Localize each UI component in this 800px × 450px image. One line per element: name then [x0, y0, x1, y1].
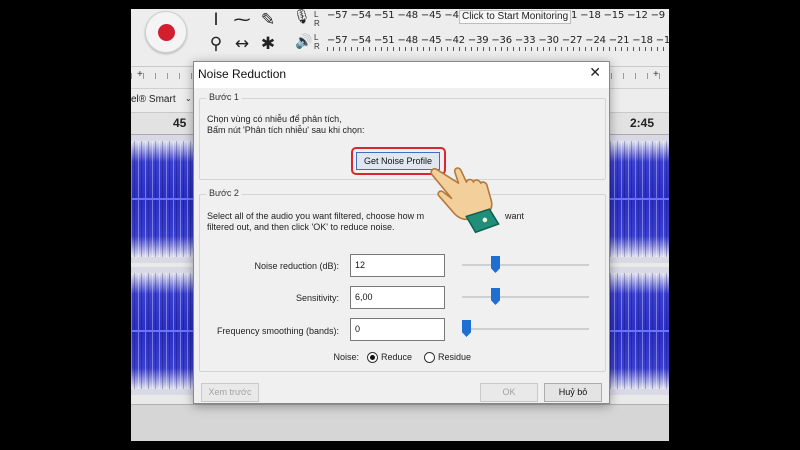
timeline-label-left: 45 — [173, 116, 187, 130]
timeshift-tool-icon[interactable]: ↔ — [231, 33, 253, 55]
record-meter-ticks-right: 1 −18 −15 −12 −9 — [571, 10, 665, 21]
noise-reduction-slider[interactable] — [462, 264, 589, 266]
noise-reduction-label: Noise reduction (dB): — [254, 261, 339, 271]
preview-button[interactable]: Xem trước — [201, 383, 259, 402]
reduce-radio-label: Reduce — [381, 352, 413, 362]
microphone-icon[interactable]: 🎙 — [293, 9, 311, 25]
step1-line2: Bấm nút 'Phân tích nhiễu' sau khi chọn: — [207, 125, 365, 135]
audacity-window: Ι ⁓ ✎ ⚲ ↔ ✱ 🎙 LR 🔊 LR −57 −54 −51 −48 −4… — [131, 9, 669, 441]
ruler-plus-left: + — [137, 69, 143, 80]
frequency-smoothing-slider[interactable] — [462, 328, 589, 330]
sensitivity-slider[interactable] — [462, 296, 589, 298]
residue-radio-label: Residue — [438, 352, 472, 362]
draw-tool-icon[interactable]: ✎ — [257, 9, 279, 31]
timeline-label-right: 2:45 — [630, 116, 655, 130]
step1-heading: Bước 1 — [206, 92, 242, 102]
step2-line2: filtered out, and then click 'OK' to red… — [207, 222, 395, 232]
toolbar: Ι ⁓ ✎ ⚲ ↔ ✱ 🎙 LR 🔊 LR −57 −54 −51 −48 −4… — [131, 9, 669, 67]
cancel-button[interactable]: Huỷ bỏ — [544, 383, 602, 402]
ok-button[interactable]: OK — [480, 383, 538, 402]
playback-meter[interactable]: −57 −54 −51 −48 −45 −42 −39 −36 −33 −30 … — [327, 35, 669, 51]
horizontal-scrollbar[interactable] — [131, 404, 669, 441]
sensitivity-input[interactable]: 6,00 — [350, 286, 445, 309]
dialog-title: Noise Reduction — [198, 67, 287, 81]
frequency-smoothing-label: Frequency smoothing (bands): — [216, 326, 339, 336]
record-button[interactable] — [145, 11, 187, 53]
frequency-smoothing-input[interactable]: 0 — [350, 318, 445, 341]
step2-heading: Bước 2 — [206, 188, 242, 198]
noise-reduction-dialog: Noise Reduction ✕ Bước 1 Chọn vùng có nh… — [193, 61, 610, 404]
record-icon — [158, 24, 175, 41]
zoom-tool-icon[interactable]: ⚲ — [205, 33, 227, 55]
sensitivity-label: Sensitivity: — [295, 293, 339, 303]
start-monitoring-button[interactable]: Click to Start Monitoring — [459, 10, 572, 24]
dialog-titlebar[interactable]: Noise Reduction ✕ — [194, 62, 609, 88]
chevron-down-icon[interactable]: ⌄ — [185, 94, 192, 103]
noise-reduction-input[interactable]: 12 — [350, 254, 445, 277]
selection-tool-icon[interactable]: Ι — [205, 9, 227, 31]
step1-line1: Chọn vùng có nhiễu để phân tích, — [207, 114, 342, 124]
multi-tool-icon[interactable]: ✱ — [257, 33, 279, 55]
ruler-plus-right: + — [653, 69, 659, 80]
step2-line1: Select all of the audio you want filtere… — [207, 211, 425, 221]
meter-scale — [327, 47, 669, 51]
residue-radio[interactable] — [424, 352, 435, 363]
playback-meter-ticks: −57 −54 −51 −48 −45 −42 −39 −36 −33 −30 … — [327, 35, 669, 46]
close-icon[interactable]: ✕ — [589, 65, 601, 81]
record-meter-channels: LR — [314, 10, 320, 28]
pointing-hand-icon — [430, 167, 500, 234]
speaker-icon[interactable]: 🔊 — [295, 34, 312, 50]
noise-mode-label: Noise: — [333, 352, 359, 362]
playback-meter-channels: LR — [314, 33, 320, 51]
snap-select[interactable]: el® Smart — [131, 94, 176, 105]
envelope-tool-icon[interactable]: ⁓ — [231, 9, 253, 31]
reduce-radio[interactable] — [367, 352, 378, 363]
